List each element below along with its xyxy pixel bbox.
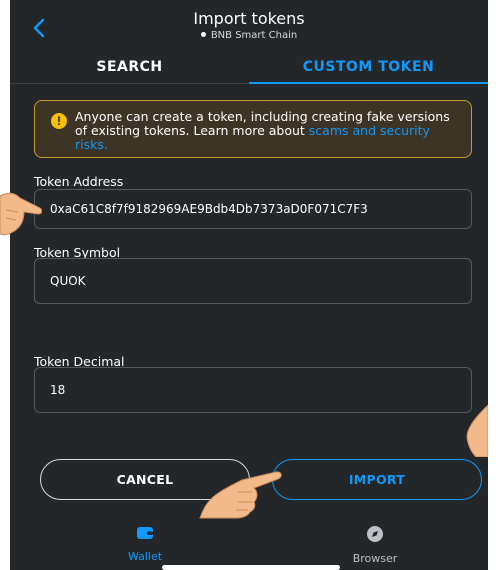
exclamation-icon: ! bbox=[51, 113, 67, 129]
network-dot-icon bbox=[200, 31, 206, 37]
wallet-icon bbox=[137, 527, 153, 539]
compass-icon bbox=[367, 526, 383, 542]
pointing-hand-icon bbox=[199, 471, 282, 519]
home-indicator bbox=[162, 565, 340, 570]
token-address-label: Token Address bbox=[34, 174, 124, 189]
warning-banner: ! Anyone can create a token, including c… bbox=[34, 100, 472, 158]
nav-label-wallet: Wallet bbox=[127, 550, 163, 563]
nav-item-wallet[interactable]: Wallet bbox=[95, 525, 195, 563]
token-decimal-input[interactable]: 18 bbox=[34, 367, 472, 413]
tab-bar: SEARCH CUSTOM TOKEN bbox=[10, 50, 488, 84]
pointing-hand-icon bbox=[466, 405, 488, 457]
tab-search[interactable]: SEARCH bbox=[10, 50, 249, 84]
import-button[interactable]: IMPORT bbox=[272, 459, 482, 500]
token-symbol-input[interactable]: QUOK bbox=[34, 258, 472, 304]
token-address-input[interactable]: 0xaC61C8f7f9182969AE9Bdb4Db7373aD0F071C7… bbox=[34, 189, 472, 229]
nav-label-browser: Browser bbox=[352, 552, 398, 565]
header: Import tokens BNB Smart Chain bbox=[10, 0, 488, 46]
tab-custom-token[interactable]: CUSTOM TOKEN bbox=[249, 50, 488, 84]
network-indicator: BNB Smart Chain bbox=[10, 30, 488, 41]
page-title: Import tokens bbox=[193, 9, 305, 28]
network-name: BNB Smart Chain bbox=[210, 30, 298, 41]
nav-item-browser[interactable]: Browser bbox=[325, 525, 425, 565]
pointing-hand-icon bbox=[0, 192, 42, 236]
warning-text: Anyone can create a token, including cre… bbox=[75, 110, 465, 152]
bottom-nav: Wallet Browser bbox=[10, 518, 488, 570]
